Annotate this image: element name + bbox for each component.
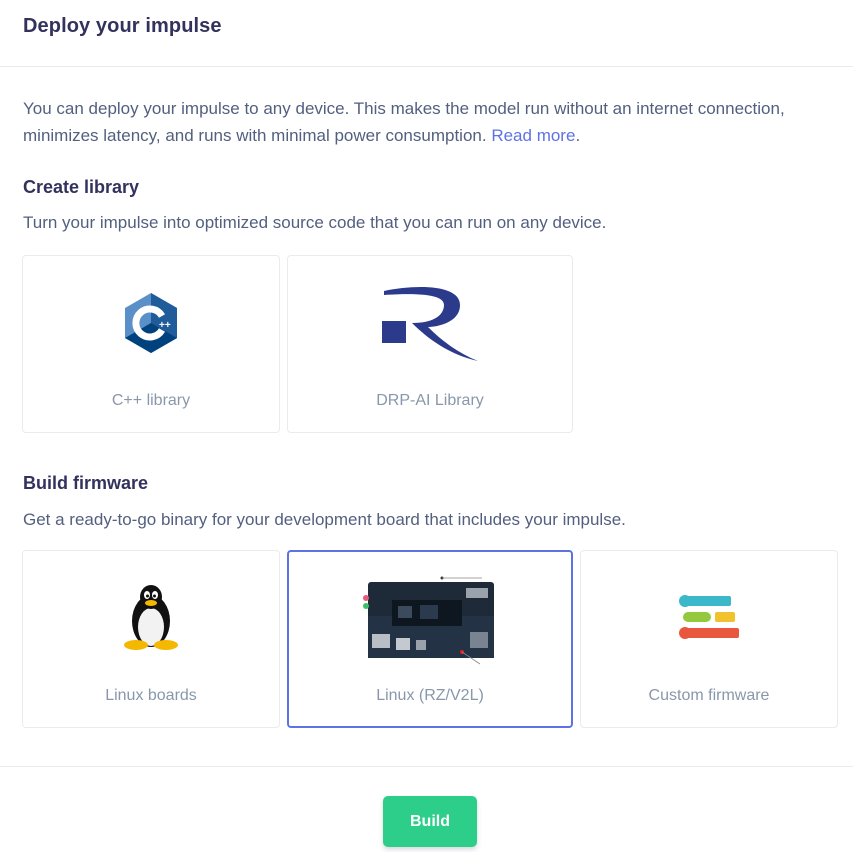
linux-rz-v2l-card[interactable]: Linux (RZ/V2L)	[287, 550, 573, 728]
drp-ai-library-card[interactable]: DRP-AI Library	[287, 255, 573, 433]
cpp-library-card[interactable]: ++ C++ library	[22, 255, 280, 433]
svg-text:++: ++	[159, 320, 171, 331]
linux-boards-card[interactable]: Linux boards	[22, 550, 280, 728]
intro-text: You can deploy your impulse to any devic…	[23, 99, 785, 145]
drp-ai-library-label: DRP-AI Library	[376, 392, 484, 409]
intro-period: .	[575, 126, 581, 145]
renesas-r-logo-icon	[378, 283, 482, 368]
rz-v2l-board-image	[362, 572, 498, 673]
build-button[interactable]: Build	[383, 796, 477, 847]
build-firmware-title: Build firmware	[23, 473, 149, 493]
cpp-logo-icon: ++	[123, 292, 179, 359]
build-firmware-description: Get a ready-to-go binary for your develo…	[23, 510, 626, 529]
custom-firmware-card[interactable]: Custom firmware	[580, 550, 838, 728]
linux-rz-v2l-label: Linux (RZ/V2L)	[376, 687, 484, 704]
cpp-library-label: C++ library	[111, 392, 191, 409]
intro-paragraph: You can deploy your impulse to any devic…	[23, 95, 833, 149]
tux-penguin-icon	[122, 583, 180, 656]
linux-boards-label: Linux boards	[105, 687, 197, 704]
create-library-description: Turn your impulse into optimized source …	[23, 213, 607, 232]
read-more-link[interactable]: Read more	[491, 126, 575, 145]
page-title: Deploy your impulse	[23, 15, 222, 37]
create-library-title: Create library	[23, 177, 140, 197]
custom-firmware-label: Custom firmware	[648, 687, 770, 704]
custom-firmware-icon	[677, 593, 741, 646]
page-header: Deploy your impulse	[0, 0, 853, 67]
